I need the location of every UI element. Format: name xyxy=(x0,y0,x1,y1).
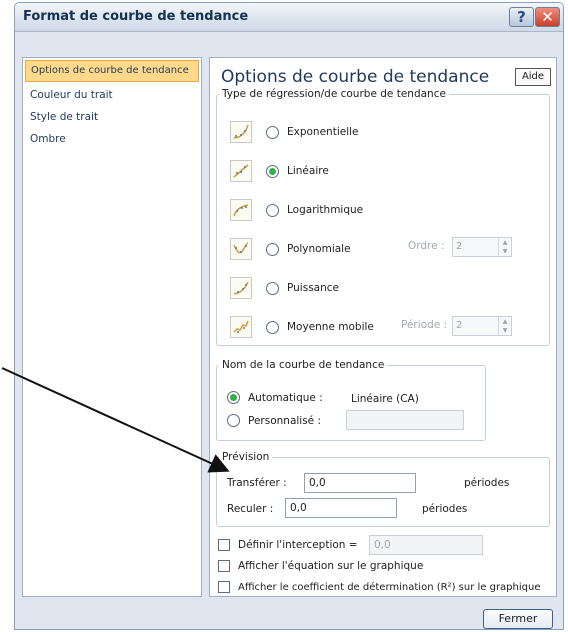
option-power[interactable]: Puissance xyxy=(230,277,339,299)
nav-item-line-style[interactable]: Style de trait xyxy=(23,106,201,128)
order-label: Ordre : xyxy=(408,240,445,252)
trendline-name-legend: Nom de la courbe de tendance xyxy=(222,359,385,371)
power-chart-icon xyxy=(230,277,252,299)
order-stepper[interactable]: 2 ▲ ▼ xyxy=(452,237,512,257)
exponential-label: Exponentielle xyxy=(287,126,359,138)
period-stepper-arrows[interactable]: ▲ ▼ xyxy=(498,317,511,335)
show-equation-label: Afficher l'équation sur le graphique xyxy=(238,560,424,572)
option-moving-average[interactable]: Moyenne mobile xyxy=(230,316,374,338)
forecast-legend: Prévision xyxy=(222,451,270,463)
forward-input[interactable]: 0,0 xyxy=(304,473,416,493)
order-stepper-arrows[interactable]: ▲ ▼ xyxy=(498,238,511,256)
logarithmic-chart-icon xyxy=(230,199,252,221)
exponential-chart-icon xyxy=(230,121,252,143)
intercept-input[interactable]: 0,0 xyxy=(369,535,483,555)
dialog-window: Format de courbe de tendance ? ✕ Options… xyxy=(14,2,564,630)
help-button[interactable]: ? xyxy=(509,7,534,27)
option-show-equation[interactable]: Afficher l'équation sur le graphique xyxy=(218,560,423,572)
polynomial-chart-icon xyxy=(230,238,252,260)
show-r2-label: Afficher le coefficient de détermination… xyxy=(238,581,541,593)
option-custom-name[interactable]: Personnalisé : xyxy=(227,414,321,427)
category-list: Options de courbe de tendance Couleur du… xyxy=(22,57,202,597)
nav-item-line-color[interactable]: Couleur du trait xyxy=(23,84,201,106)
set-intercept-checkbox[interactable] xyxy=(218,539,230,551)
forward-unit: périodes xyxy=(464,477,510,489)
options-panel: Options de courbe de tendance Aide Type … xyxy=(209,57,557,597)
title-bar[interactable]: Format de courbe de tendance ? ✕ xyxy=(15,3,563,32)
close-button[interactable]: ✕ xyxy=(535,7,560,27)
custom-name-radio[interactable] xyxy=(227,414,240,427)
period-label: Période : xyxy=(401,319,448,331)
moving-average-radio[interactable] xyxy=(266,320,279,334)
option-polynomial[interactable]: Polynomiale xyxy=(230,238,351,260)
power-label: Puissance xyxy=(287,282,339,294)
close-dialog-button[interactable]: Fermer xyxy=(483,609,553,629)
backward-input[interactable]: 0,0 xyxy=(285,498,397,518)
aide-button[interactable]: Aide xyxy=(515,68,551,86)
moving-average-chart-icon xyxy=(230,316,252,338)
option-exponential[interactable]: Exponentielle xyxy=(230,121,359,143)
option-show-r2[interactable]: Afficher le coefficient de détermination… xyxy=(218,581,540,593)
nav-item-shadow[interactable]: Ombre xyxy=(23,128,201,150)
close-icon: ✕ xyxy=(541,8,554,26)
regression-type-legend: Type de régression/de courbe de tendance xyxy=(222,88,446,100)
period-value: 2 xyxy=(456,320,463,331)
panel-title: Options de courbe de tendance xyxy=(221,67,490,87)
order-value: 2 xyxy=(456,241,463,252)
window-title: Format de courbe de tendance xyxy=(23,9,249,24)
linear-label: Linéaire xyxy=(287,165,329,177)
polynomial-label: Polynomiale xyxy=(287,243,351,255)
show-equation-checkbox[interactable] xyxy=(218,560,230,572)
linear-chart-icon xyxy=(230,160,252,182)
logarithmic-radio[interactable] xyxy=(266,203,279,217)
backward-label: Reculer : xyxy=(227,503,274,515)
linear-radio[interactable] xyxy=(266,164,279,178)
power-radio[interactable] xyxy=(266,281,279,295)
exponential-radio[interactable] xyxy=(266,125,279,139)
backward-unit: périodes xyxy=(422,503,468,515)
help-icon: ? xyxy=(517,8,526,26)
option-logarithmic[interactable]: Logarithmique xyxy=(230,199,363,221)
period-stepper[interactable]: 2 ▲ ▼ xyxy=(452,316,512,336)
forward-label: Transférer : xyxy=(227,477,287,489)
auto-name-label: Automatique : xyxy=(248,391,323,404)
logarithmic-label: Logarithmique xyxy=(287,204,364,216)
option-linear[interactable]: Linéaire xyxy=(230,160,329,182)
option-auto-name[interactable]: Automatique : xyxy=(227,391,323,404)
custom-name-input[interactable] xyxy=(346,410,464,430)
auto-name-value: Linéaire (CA) xyxy=(351,393,419,405)
show-r2-checkbox[interactable] xyxy=(218,581,230,593)
moving-average-label: Moyenne mobile xyxy=(287,321,374,333)
nav-item-trendline-options[interactable]: Options de courbe de tendance xyxy=(25,60,199,82)
set-intercept-label: Définir l'interception = xyxy=(238,539,358,551)
option-set-intercept[interactable]: Définir l'interception = xyxy=(218,539,358,551)
custom-name-label: Personnalisé : xyxy=(248,414,322,427)
polynomial-radio[interactable] xyxy=(266,242,279,256)
auto-name-radio[interactable] xyxy=(227,391,240,404)
